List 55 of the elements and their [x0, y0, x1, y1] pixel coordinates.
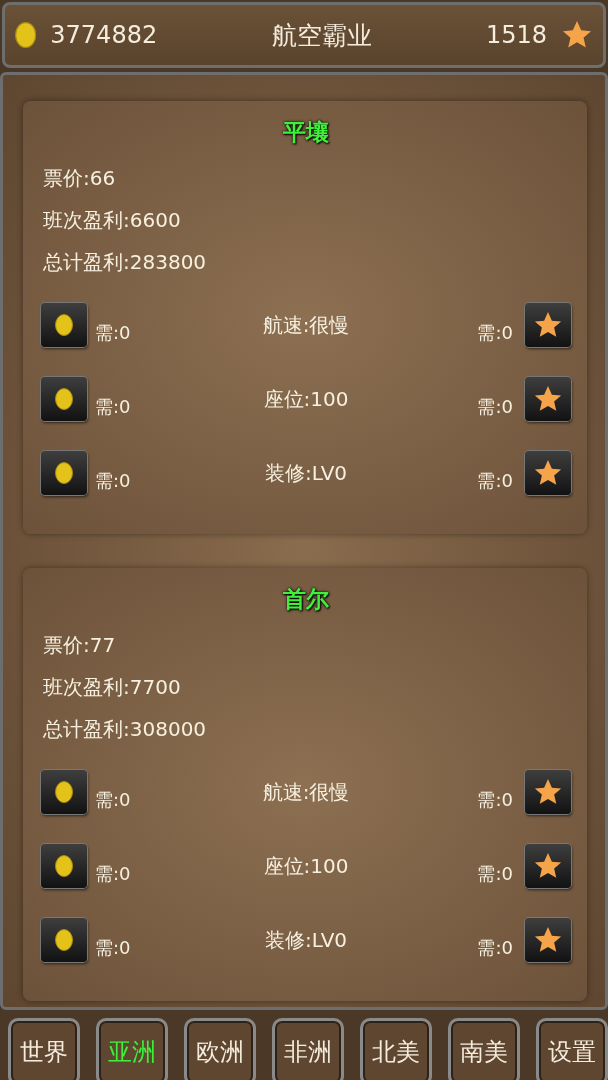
upgrade-label: 座位:100 [263, 385, 349, 413]
star-count: 1518 [485, 21, 547, 49]
star-upgrade-button[interactable] [525, 303, 571, 347]
star-cost: 需:0 [477, 936, 513, 960]
coin-upgrade-button[interactable] [41, 377, 87, 421]
upgrade-label: 装修:LV0 [264, 926, 348, 954]
coin-cost: 需:0 [95, 788, 131, 812]
coin-cost: 需:0 [95, 469, 131, 493]
coin-cost: 需:0 [95, 936, 131, 960]
coin-icon [55, 781, 73, 803]
star-cost: 需:0 [477, 321, 513, 345]
coin-upgrade-button[interactable] [41, 844, 87, 888]
game-title: 航空霸业 [270, 19, 373, 52]
region-tab[interactable]: 设置 [536, 1018, 608, 1080]
star-cost: 需:0 [477, 469, 513, 493]
coin-icon [15, 22, 37, 48]
region-tab[interactable]: 亚洲 [96, 1018, 168, 1080]
coin-icon [55, 314, 73, 336]
upgrade-label: 座位:100 [263, 852, 349, 880]
star-upgrade-button[interactable] [525, 918, 571, 962]
route-stat: 票价:77 [42, 632, 117, 659]
route-stat: 总计盈利:283800 [42, 249, 208, 276]
region-tab[interactable]: 南美 [448, 1018, 520, 1080]
coin-icon [55, 462, 73, 484]
region-tab[interactable]: 北美 [360, 1018, 432, 1080]
route-stat: 班次盈利:7700 [42, 674, 182, 701]
star-upgrade-button[interactable] [525, 844, 571, 888]
coin-cost: 需:0 [95, 321, 131, 345]
coin-icon [55, 855, 73, 877]
region-tab[interactable]: 世界 [8, 1018, 80, 1080]
coin-upgrade-button[interactable] [41, 451, 87, 495]
star-upgrade-button[interactable] [525, 377, 571, 421]
route-stat: 总计盈利:308000 [42, 716, 208, 743]
star-cost: 需:0 [477, 395, 513, 419]
city-name: 首尔 [283, 585, 329, 614]
upgrade-label: 航速:很慢 [262, 778, 350, 806]
coin-upgrade-button[interactable] [41, 770, 87, 814]
coin-icon [55, 929, 73, 951]
coin-cost: 需:0 [95, 862, 131, 886]
star-upgrade-button[interactable] [525, 451, 571, 495]
coin-upgrade-button[interactable] [41, 918, 87, 962]
star-cost: 需:0 [477, 788, 513, 812]
star-cost: 需:0 [477, 862, 513, 886]
city-name: 平壤 [283, 118, 329, 147]
star-upgrade-button[interactable] [525, 770, 571, 814]
upgrade-label: 装修:LV0 [264, 459, 348, 487]
upgrade-label: 航速:很慢 [262, 311, 350, 339]
coin-upgrade-button[interactable] [41, 303, 87, 347]
coin-icon [55, 388, 73, 410]
route-stat: 票价:66 [42, 165, 117, 192]
coin-count: 3774882 [50, 21, 158, 49]
region-tab[interactable]: 非洲 [272, 1018, 344, 1080]
coin-cost: 需:0 [95, 395, 131, 419]
region-tab[interactable]: 欧洲 [184, 1018, 256, 1080]
route-stat: 班次盈利:6600 [42, 207, 182, 234]
